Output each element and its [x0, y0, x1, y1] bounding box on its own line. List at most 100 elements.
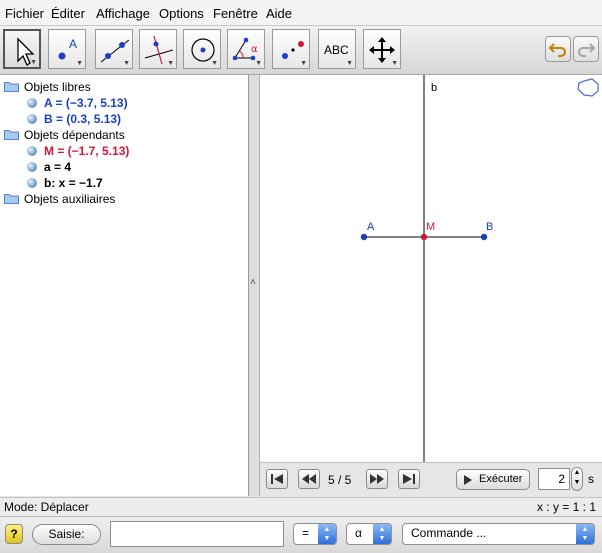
dropdown-triangle-icon: ▼: [30, 59, 37, 66]
object-visibility-icon[interactable]: [27, 162, 37, 172]
object-text: a = 4: [44, 160, 72, 174]
construction-navigation-bar: 5 / 5 Exécuter 2 ▲ ▼ s: [260, 462, 602, 497]
perpendicular-tool-button[interactable]: ▼: [139, 29, 177, 69]
folder-icon: [4, 130, 19, 140]
axis-ratio-text: x : y = 1 : 1: [536, 500, 596, 514]
label-b: B: [486, 221, 493, 233]
algebra-view: Objets libres A = (−3.7, 5.13) B = (0.3,…: [0, 75, 249, 496]
object-visibility-icon[interactable]: [27, 146, 37, 156]
menu-options[interactable]: Options: [159, 6, 204, 21]
menu-affichage[interactable]: Affichage: [96, 6, 150, 21]
menu-editer[interactable]: Éditer: [51, 6, 85, 21]
line-tool-button[interactable]: ▼: [95, 29, 133, 69]
reflect-tool-button[interactable]: ▼: [272, 29, 310, 69]
translate-view-tool-button[interactable]: ▼: [363, 29, 401, 69]
object-visibility-icon[interactable]: [27, 98, 37, 108]
dropdown-triangle-icon: ▼: [346, 60, 353, 67]
help-icon: ?: [10, 527, 18, 541]
greek-select[interactable]: α ▲ ▼: [346, 523, 392, 545]
saisie-button[interactable]: Saisie:: [32, 524, 101, 545]
step-counter: 5 / 5: [328, 473, 352, 487]
fast-forward-icon: [370, 474, 384, 484]
speed-stepper[interactable]: ▲ ▼: [571, 467, 583, 491]
object-text: b: x = −1.7: [44, 176, 103, 190]
redo-icon: [577, 43, 596, 58]
undo-icon: [548, 43, 567, 58]
object-row-a[interactable]: A = (−3.7, 5.13): [0, 95, 248, 111]
dropdown-triangle-icon: ▼: [255, 60, 262, 67]
point-a: [360, 233, 368, 241]
circle-tool-button[interactable]: ▼: [183, 29, 221, 69]
skip-to-start-icon: [271, 474, 283, 484]
text-abc-icon: ABC: [324, 43, 349, 57]
dropdown-triangle-icon: ▼: [167, 60, 174, 67]
object-row-b-line[interactable]: b: x = −1.7: [0, 175, 248, 191]
group-objets-dependants[interactable]: Objets dépendants: [0, 127, 248, 143]
object-text: A = (−3.7, 5.13): [44, 96, 128, 110]
chevron-updown-icon: ▲ ▼: [318, 524, 336, 544]
status-bar: Mode: Déplacer x : y = 1 : 1: [0, 497, 602, 516]
folder-icon: [4, 82, 19, 92]
object-visibility-icon[interactable]: [27, 114, 37, 124]
dropdown-triangle-icon: ▼: [123, 60, 130, 67]
object-visibility-icon[interactable]: [27, 178, 37, 188]
chevron-updown-icon: ▲ ▼: [576, 524, 594, 544]
stepper-up-icon[interactable]: ▲: [574, 469, 581, 476]
text-tool-button[interactable]: ABC ▼: [318, 29, 356, 69]
dropdown-triangle-icon: ▼: [300, 60, 307, 67]
next-step-button[interactable]: [366, 469, 388, 489]
skip-to-end-icon: [403, 474, 415, 484]
redo-button[interactable]: [573, 36, 599, 62]
collapse-arrow-icon[interactable]: ˄: [250, 277, 256, 288]
speed-field[interactable]: 2: [538, 468, 570, 490]
run-button[interactable]: Exécuter: [456, 469, 530, 490]
group-label: Objets auxiliaires: [24, 192, 116, 206]
command-input[interactable]: [110, 521, 284, 547]
point-b: [480, 233, 488, 241]
first-step-button[interactable]: [266, 469, 288, 489]
stepper-down-icon[interactable]: ▼: [574, 479, 581, 486]
label-a: A: [367, 221, 375, 233]
label-m: M: [426, 221, 435, 233]
input-bar: ? Saisie: = ▲ ▼ α ▲ ▼ Commande ... ▲ ▼: [0, 516, 602, 553]
menu-aide[interactable]: Aide: [266, 6, 292, 21]
mode-text: Mode: Déplacer: [4, 500, 89, 514]
group-label: Objets libres: [24, 80, 91, 94]
svg-text:A: A: [69, 37, 77, 51]
graphics-options-icon: [577, 78, 599, 97]
graphics-canvas: A B M b: [360, 75, 599, 462]
point-tool-button[interactable]: A ▼: [48, 29, 86, 69]
toolbar: ▼ A ▼ ▼ ▼ ▼ α ▼ ▼ ABC ▼ ▼: [0, 26, 602, 75]
label-line-b: b: [431, 82, 437, 94]
undo-button[interactable]: [545, 36, 571, 62]
menu-bar: Fichier Éditer Affichage Options Fenêtre…: [0, 0, 602, 26]
svg-text:α: α: [251, 44, 258, 55]
command-select[interactable]: Commande ... ▲ ▼: [402, 523, 595, 545]
dropdown-triangle-icon: ▼: [391, 60, 398, 67]
speed-unit: s: [588, 472, 594, 486]
menu-fichier[interactable]: Fichier: [5, 6, 44, 21]
object-row-a-length[interactable]: a = 4: [0, 159, 248, 175]
group-objets-libres[interactable]: Objets libres: [0, 79, 248, 95]
help-button[interactable]: ?: [5, 524, 23, 544]
previous-step-button[interactable]: [298, 469, 320, 489]
object-text: B = (0.3, 5.13): [44, 112, 122, 126]
chevron-updown-icon: ▲ ▼: [373, 524, 391, 544]
object-text: M = (−1.7, 5.13): [44, 144, 130, 158]
group-label: Objets dépendants: [24, 128, 125, 142]
point-m: [420, 233, 428, 241]
dropdown-triangle-icon: ▼: [76, 60, 83, 67]
folder-icon: [4, 194, 19, 204]
play-icon: [464, 475, 472, 485]
graphics-view[interactable]: A B M b: [260, 75, 602, 462]
object-row-m[interactable]: M = (−1.7, 5.13): [0, 143, 248, 159]
menu-fenetre[interactable]: Fenêtre: [213, 6, 258, 21]
move-tool-button[interactable]: ▼: [3, 29, 41, 69]
group-objets-auxiliaires[interactable]: Objets auxiliaires: [0, 191, 248, 207]
operator-select[interactable]: = ▲ ▼: [293, 523, 337, 545]
last-step-button[interactable]: [398, 469, 420, 489]
object-row-b[interactable]: B = (0.3, 5.13): [0, 111, 248, 127]
angle-tool-button[interactable]: α ▼: [227, 29, 265, 69]
panel-splitter[interactable]: ˄: [249, 75, 260, 496]
dropdown-triangle-icon: ▼: [211, 60, 218, 67]
